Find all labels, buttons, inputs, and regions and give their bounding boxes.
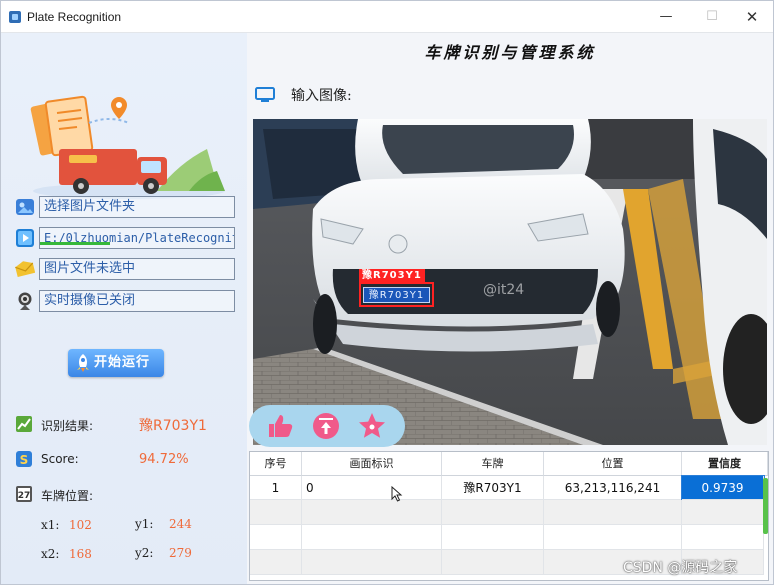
empty-cell [682,525,764,550]
column-header-frame-id[interactable]: 画面标识 [302,452,442,476]
app-icon [9,11,21,23]
video-play-icon [16,229,34,247]
score-icon: S [16,451,32,467]
mouse-cursor-icon [391,486,403,502]
empty-cell [302,550,442,575]
minimize-button[interactable]: — [643,1,689,33]
start-run-label: 开始运行 [94,355,151,370]
table-cell-index[interactable]: 1 [250,476,302,500]
input-image-label: 输入图像: [291,88,352,104]
monitor-icon [255,87,275,102]
image-folder-field[interactable]: 选择图片文件夹 [39,196,235,218]
column-header-index[interactable]: 序号 [250,452,302,476]
result-chart-icon [16,416,32,432]
column-header-position[interactable]: 位置 [544,452,682,476]
app-window: Plate Recognition — ☐ ✕ 选择图片文件夹 E:/0lzhu… [0,0,774,585]
floating-action-bar [249,405,405,447]
result-value: 豫R703Y1 [139,418,207,434]
empty-cell [250,500,302,525]
x1-value: 102 [69,518,92,532]
x2-value: 168 [69,547,92,561]
empty-cell [442,550,544,575]
display-panel: 车牌识别与管理系统 输入图像: @it24 豫R703Y1 豫R703Y1 序号… [247,33,773,584]
svg-text:27: 27 [18,491,31,501]
star-icon[interactable] [357,411,387,441]
y2-label: y2: [135,546,154,560]
thumbs-up-icon[interactable] [265,411,295,441]
empty-cell [682,500,764,525]
video-path-field[interactable]: E:/0lzhuomian/PlateRecogniti [39,227,235,249]
empty-cell [544,500,682,525]
score-label: Score: [41,452,79,466]
camera-status-field[interactable]: 实时摄像已关闭 [39,290,235,312]
window-title: Plate Recognition [27,10,122,24]
table-cell-confidence[interactable]: 0.9739 [681,475,765,501]
y1-label: y1: [135,517,154,531]
back-to-top-icon[interactable] [311,411,341,441]
license-plate: 豫R703Y1 [363,287,430,303]
table-cell-plate[interactable]: 豫R703Y1 [442,476,544,500]
close-button[interactable]: ✕ [729,1,773,33]
envelope-icon [15,261,35,277]
y1-value: 244 [169,517,192,531]
control-panel: 选择图片文件夹 E:/0lzhuomian/PlateRecogniti 图片文… [1,33,247,584]
image-file-field[interactable]: 图片文件未选中 [39,258,235,280]
x1-label: x1: [41,518,60,532]
system-title: 车牌识别与管理系统 [424,43,596,62]
delivery-truck-illustration [30,95,225,199]
svg-text:S: S [20,453,29,467]
empty-cell [250,550,302,575]
empty-cell [302,500,442,525]
svg-text:@it24: @it24 [483,282,524,298]
table-cell-frame-id[interactable]: 0 [302,476,442,500]
y2-value: 279 [169,546,192,560]
column-header-confidence[interactable]: 置信度 [682,452,768,476]
position-icon: 27 [16,486,32,502]
empty-cell [442,500,544,525]
empty-cell [442,525,544,550]
image-folder-icon [16,199,34,215]
table-cell-position[interactable]: 63,213,116,241 [544,476,682,500]
path-progress-bar [40,242,110,245]
empty-cell [544,525,682,550]
csdn-watermark: CSDN @源码之家 [623,560,738,576]
x2-label: x2: [41,547,60,561]
empty-cell [250,525,302,550]
start-run-button[interactable]: 开始运行 [68,349,164,377]
score-value: 94.72% [139,452,189,467]
result-label: 识别结果: [41,419,94,433]
rocket-icon [77,354,89,372]
position-label: 车牌位置: [41,489,94,503]
title-bar: Plate Recognition — ☐ ✕ [1,1,773,33]
table-scrollbar[interactable] [763,478,768,534]
webcam-icon [18,292,32,310]
detection-label-tag: 豫R703Y1 [359,269,425,283]
empty-cell [302,525,442,550]
parking-scene-photo: @it24 [253,119,767,445]
input-image-view: @it24 豫R703Y1 豫R703Y1 [253,119,767,445]
column-header-plate[interactable]: 车牌 [442,452,544,476]
